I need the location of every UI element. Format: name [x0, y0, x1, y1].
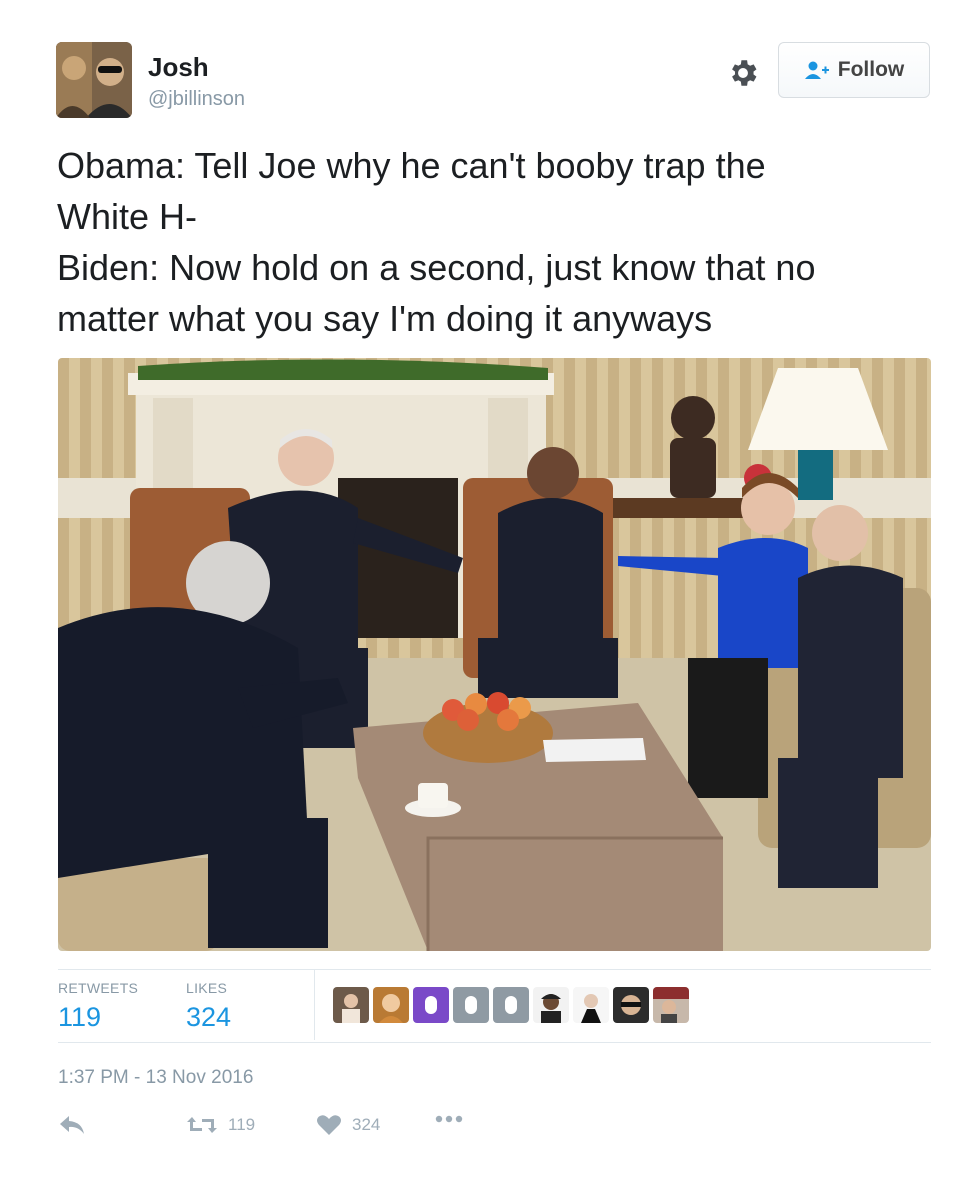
retweets-label: RETWEETS [58, 980, 139, 996]
tweet-line: Biden: Now hold on a second, just know t… [57, 247, 816, 288]
liker-avatar[interactable] [493, 987, 529, 1023]
likes-label: LIKES [186, 980, 228, 996]
more-button[interactable] [434, 1114, 464, 1124]
retweet-action-count: 119 [228, 1115, 256, 1134]
author-name[interactable]: Josh [148, 52, 209, 83]
avatar-image [56, 42, 132, 118]
retweets-count[interactable]: 119 [58, 1002, 101, 1033]
more-icon [435, 1115, 463, 1123]
gear-icon[interactable] [726, 56, 760, 90]
heart-icon [317, 1115, 341, 1135]
tweet-photo[interactable] [58, 358, 931, 951]
tweet-text: Obama: Tell Joe why he can't booby trap … [57, 140, 947, 344]
author-handle[interactable]: @jbillinson [148, 88, 245, 111]
liker-avatar[interactable] [373, 987, 409, 1023]
likes-count[interactable]: 324 [186, 1002, 231, 1033]
tweet-line: Obama: Tell Joe why he can't booby trap … [57, 145, 766, 186]
follow-button[interactable]: Follow [778, 42, 930, 98]
retweet-button[interactable]: 119 [186, 1114, 255, 1136]
divider [58, 969, 931, 970]
follow-label: Follow [837, 58, 905, 81]
author-avatar[interactable] [56, 42, 132, 118]
divider [58, 1042, 931, 1043]
likers-avatars [333, 987, 689, 1023]
liker-avatar[interactable] [653, 987, 689, 1023]
liker-avatar[interactable] [573, 987, 609, 1023]
tweet-line: matter what you say I'm doing it anyways [57, 298, 713, 339]
reply-button[interactable] [58, 1114, 86, 1136]
person-add-icon [804, 61, 829, 79]
reply-icon [60, 1116, 84, 1134]
liker-avatar[interactable] [533, 987, 569, 1023]
like-button[interactable]: 324 [316, 1114, 380, 1136]
tweet-line: White H- [57, 196, 198, 237]
liker-avatar[interactable] [333, 987, 369, 1023]
tweet-timestamp[interactable]: 1:37 PM - 13 Nov 2016 [58, 1067, 253, 1089]
retweet-icon [187, 1117, 217, 1133]
divider [314, 970, 315, 1040]
liker-avatar[interactable] [613, 987, 649, 1023]
like-action-count: 324 [352, 1115, 381, 1134]
liker-avatar[interactable] [413, 987, 449, 1023]
liker-avatar[interactable] [453, 987, 489, 1023]
oval-office-meeting-image [58, 358, 931, 951]
